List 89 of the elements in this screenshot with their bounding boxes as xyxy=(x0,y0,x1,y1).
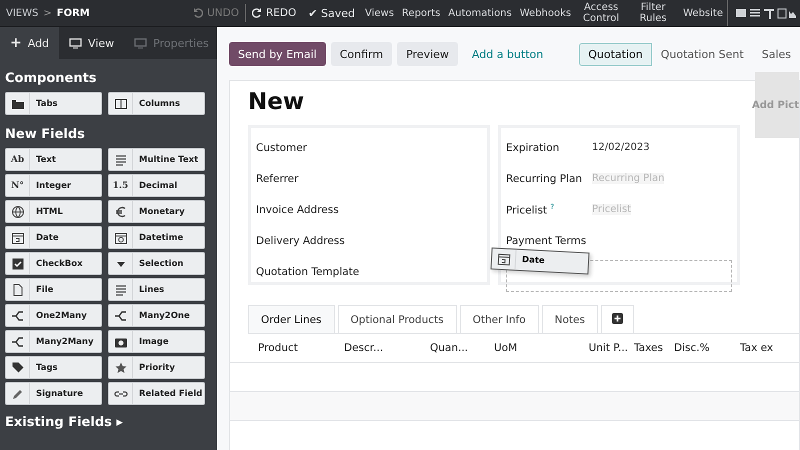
field-type-button[interactable]: Monetary xyxy=(108,200,205,223)
column-header[interactable]: Disc.% xyxy=(674,342,734,354)
menu-item[interactable]: Access Control xyxy=(575,2,628,24)
field-type-button[interactable]: Image xyxy=(108,330,205,353)
undo-icon xyxy=(193,8,204,18)
field-label: Delivery Address xyxy=(256,234,345,246)
field-type-button[interactable]: Tags xyxy=(5,356,102,379)
menu-item[interactable]: Automations xyxy=(444,8,516,18)
action-button[interactable]: Confirm xyxy=(330,42,392,66)
clock-calendar-icon xyxy=(114,230,128,244)
field-type-button[interactable]: Related Field xyxy=(108,382,205,405)
field-type-button[interactable]: Priority xyxy=(108,356,205,379)
notebook-tab[interactable]: Order Lines xyxy=(248,305,335,333)
field-type-button[interactable]: HTML xyxy=(5,200,102,223)
column-header[interactable]: Quan... xyxy=(430,342,488,354)
sidebar-tab[interactable]: View xyxy=(59,27,124,59)
field-type-button[interactable]: Date xyxy=(5,226,102,249)
sidebar-tab[interactable]: + Add xyxy=(0,27,60,59)
column-header[interactable]: UoM xyxy=(494,342,574,354)
field-type-button[interactable]: Many2One xyxy=(108,304,205,327)
column-header[interactable]: Taxes xyxy=(634,342,668,354)
lines-icon xyxy=(114,152,128,166)
field-label: Referrer xyxy=(256,172,298,184)
columns-icon xyxy=(114,96,128,110)
action-button[interactable]: Preview xyxy=(397,42,458,66)
notebook-tab[interactable]: Optional Products xyxy=(338,305,457,333)
field-type-button[interactable]: File xyxy=(5,278,102,301)
field-value[interactable]: 12/02/2023 xyxy=(592,142,650,153)
redo-icon xyxy=(252,8,262,18)
breadcrumb-current: FORM xyxy=(56,8,90,18)
menu-item[interactable]: Website xyxy=(679,8,727,18)
status-stage[interactable]: Quotation xyxy=(579,42,652,66)
field-label: Customer xyxy=(256,142,308,154)
star-icon xyxy=(114,360,128,374)
field-label: Expiration xyxy=(506,142,560,154)
file-icon xyxy=(10,282,24,296)
field-type-button[interactable]: Datetime xyxy=(108,226,205,249)
field-type-button[interactable]: Ab Text xyxy=(5,148,102,171)
checkbox-icon xyxy=(10,256,24,270)
status-stage[interactable]: Sales xyxy=(752,42,800,66)
add-tab-button[interactable] xyxy=(600,305,634,333)
breadcrumb-link[interactable]: VIEWS xyxy=(6,8,38,18)
field-type-button[interactable]: CheckBox xyxy=(5,252,102,275)
field-label: Pricelist $^{?}$ xyxy=(506,202,556,216)
monitor-icon xyxy=(69,38,82,48)
status-stage[interactable]: Quotation Sent xyxy=(652,42,753,66)
euro-icon xyxy=(114,204,128,218)
field-type-button[interactable]: Multine Text xyxy=(108,148,205,171)
saved-status: ✔ Saved xyxy=(307,6,356,20)
section-heading: New Fields xyxy=(5,127,86,142)
field-label: Payment Terms xyxy=(506,234,588,246)
menu-item[interactable]: Views xyxy=(360,8,398,18)
add-button-link[interactable]: Add a button xyxy=(462,42,552,66)
globe-icon xyxy=(10,204,24,218)
menu-item[interactable]: Reports xyxy=(398,8,444,18)
field-type-button[interactable]: One2Many xyxy=(5,304,102,327)
component-button[interactable]: Columns xyxy=(108,92,205,115)
menu-item[interactable]: Webhooks xyxy=(516,8,576,18)
notebook-tab[interactable]: Other Info xyxy=(460,305,539,333)
menu-item[interactable]: Filter Rules xyxy=(627,2,680,24)
section-heading: Components xyxy=(5,71,98,86)
monitor-icon xyxy=(134,38,148,48)
calendar-icon xyxy=(496,252,511,266)
field-type-button[interactable]: N° Integer xyxy=(5,174,102,197)
field-label: Quotation Template xyxy=(256,266,360,278)
field-type-button[interactable]: Many2Many xyxy=(5,330,102,353)
calendar-icon xyxy=(10,230,24,244)
field-label: Invoice Address xyxy=(256,204,339,216)
field-type-button[interactable]: Signature xyxy=(5,382,102,405)
component-button[interactable]: Tabs xyxy=(5,92,102,115)
tag-icon xyxy=(10,360,24,374)
column-header[interactable]: Tax ex xyxy=(740,342,784,354)
record-title: New xyxy=(248,89,304,115)
action-button[interactable]: Send by Email xyxy=(229,42,326,66)
field-type-button[interactable]: 1.5 Decimal xyxy=(108,174,205,197)
plus-icon xyxy=(612,312,623,324)
field-type-button[interactable]: Selection xyxy=(108,252,205,275)
notebook-tab[interactable]: Notes xyxy=(542,305,598,333)
column-header[interactable]: Descr... xyxy=(344,342,424,354)
column-header[interactable]: Unit P... xyxy=(580,342,628,354)
branch-icon xyxy=(10,308,24,322)
redo-button[interactable]: REDO xyxy=(246,7,302,19)
breadcrumb-separator: > xyxy=(43,8,52,18)
section-heading[interactable]: Existing Fields ▸ xyxy=(5,415,212,430)
list-icon xyxy=(114,282,128,296)
column-header[interactable]: Product xyxy=(258,342,338,354)
field-label: Recurring Plan xyxy=(506,172,584,184)
dragged-field-chip[interactable]: Date xyxy=(490,247,590,275)
field-type-button[interactable]: Lines xyxy=(108,278,205,301)
